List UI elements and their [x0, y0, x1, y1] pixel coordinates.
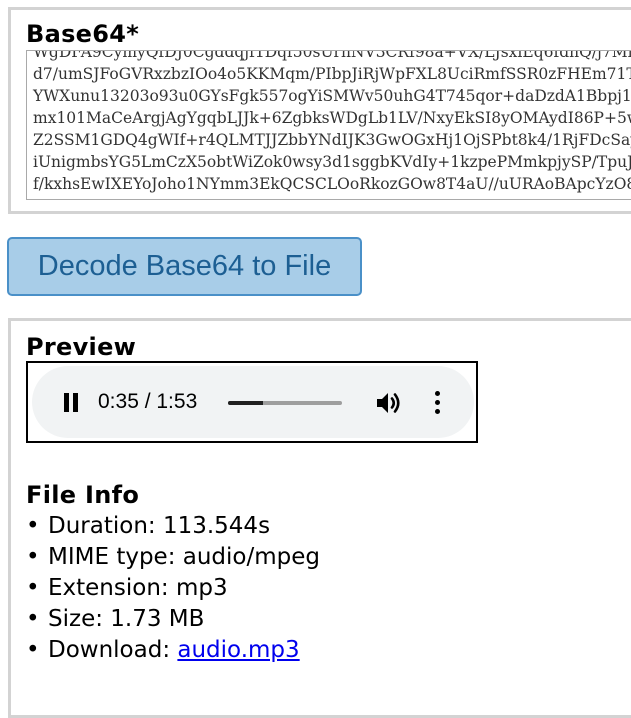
info-duration: • Duration: 113.544s — [26, 513, 271, 539]
file-info-label: File Info — [26, 481, 140, 509]
more-vertical-icon[interactable] — [434, 390, 442, 416]
info-download: • Download: audio.mp3 — [26, 637, 300, 663]
audio-player-frame: 0:35 / 1:53 — [26, 361, 478, 443]
preview-label: Preview — [26, 333, 137, 361]
base64-line: d7/umSJFoGVRxzbzIOo4o5KKMqm/PIbpJiRjWpFX… — [33, 65, 631, 83]
seek-progress — [228, 401, 264, 405]
base64-textarea-content: WgDFA9CymyQfDJ0Cgddqjf1Dqf50sUrnNV3CRf98… — [33, 50, 631, 195]
base64-line: YWXunu13203o93u0GYsFgk557ogYiSMWv50uhG4T… — [33, 87, 631, 105]
volume-icon[interactable] — [376, 390, 404, 416]
base64-line: mx101MaCeArgjAgYgqbLJJk+6ZgbksWDgLb1LV/N… — [33, 109, 631, 127]
base64-line: f/kxhsEwIXEYoJoho1NYmm3EkQCSCLOoRkozGOw8… — [33, 175, 631, 193]
info-size: • Size: 1.73 MB — [26, 606, 205, 632]
decode-base64-button[interactable]: Decode Base64 to File — [7, 237, 362, 296]
audio-player[interactable]: 0:35 / 1:53 — [32, 366, 474, 438]
base64-line: Z2SSM1GDQ4gWIf+r4QLMTJJZbbYNdIJK3GwOGxHj… — [33, 131, 631, 149]
info-extension: • Extension: mp3 — [26, 575, 228, 601]
base64-label: Base64* — [26, 20, 140, 48]
base64-line: WgDFA9CymyQfDJ0Cgddqjf1Dqf50sUrnNV3CRf98… — [33, 50, 631, 61]
download-link[interactable]: audio.mp3 — [177, 637, 299, 663]
base64-input-panel: Base64* WgDFA9CymyQfDJ0Cgddqjf1Dqf50sUrn… — [8, 7, 631, 214]
base64-textarea[interactable]: WgDFA9CymyQfDJ0Cgddqjf1Dqf50sUrnNV3CRf98… — [26, 50, 631, 200]
download-prefix: Download: — [48, 637, 178, 663]
base64-line: iUnigmbsYG5LmCzX5obtWiZok0wsy3d1sggbKVdI… — [33, 153, 631, 171]
pause-icon[interactable] — [62, 393, 80, 413]
file-info-list: • Duration: 113.544s • MIME type: audio/mp… — [26, 511, 320, 666]
seek-slider[interactable] — [228, 401, 342, 405]
info-mime-type: • MIME type: audio/mpeg — [26, 544, 320, 570]
time-readout: 0:35 / 1:53 — [98, 390, 198, 413]
output-panel: Preview 0:35 / 1:53 File Info • Duration:… — [8, 318, 631, 718]
